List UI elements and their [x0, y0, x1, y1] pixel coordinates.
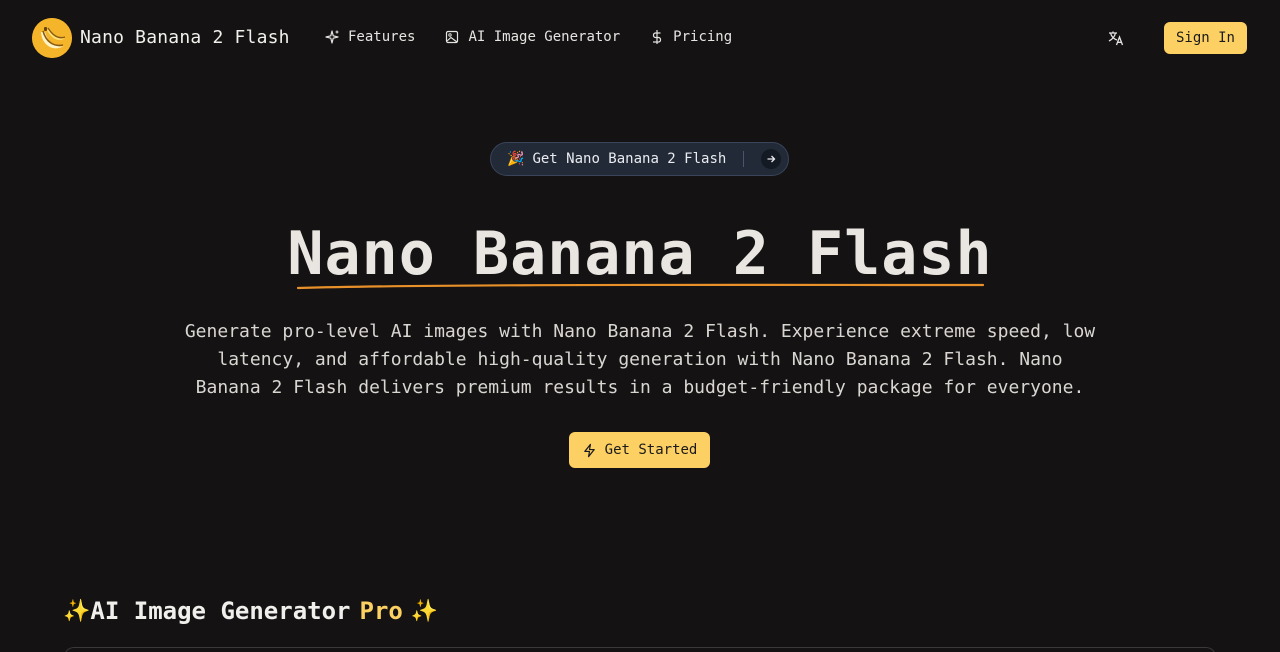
arrow-right-icon[interactable]	[761, 149, 781, 169]
sparkle-icon: ✨	[63, 598, 91, 624]
sign-in-button[interactable]: Sign In	[1164, 22, 1247, 54]
nav-ai-image-generator[interactable]: AI Image Generator	[444, 29, 620, 45]
main-nav: Features AI Image Generator Pricing	[324, 29, 761, 45]
nav-pricing-label: Pricing	[673, 29, 733, 45]
top-nav-bar: Nano Banana 2 Flash Features AI Image Ge…	[0, 0, 1280, 76]
announcement-pill[interactable]: 🎉 Get Nano Banana 2 Flash	[490, 142, 789, 176]
generator-panel	[64, 647, 1216, 652]
sparkles-icon	[325, 30, 339, 44]
announcement-text: Get Nano Banana 2 Flash	[532, 151, 727, 167]
get-started-button[interactable]: Get Started	[569, 432, 710, 468]
pill-divider	[743, 151, 744, 167]
zap-icon	[583, 443, 595, 457]
hero-description: Generate pro-level AI images with Nano B…	[184, 321, 1096, 398]
party-popper-icon: 🎉	[507, 151, 525, 167]
get-started-label: Get Started	[604, 442, 698, 458]
nav-ai-image-generator-label: AI Image Generator	[468, 29, 621, 45]
dollar-icon	[653, 30, 662, 44]
nav-pricing[interactable]: Pricing	[649, 29, 732, 45]
brand-name[interactable]: Nano Banana 2 Flash	[80, 27, 290, 48]
translate-icon[interactable]	[1107, 29, 1125, 47]
banana-logo-icon[interactable]	[32, 18, 72, 58]
title-underline	[297, 283, 985, 290]
section-title-text: AI Image Generator	[90, 597, 351, 625]
sparkle-icon: ✨	[410, 598, 439, 624]
section-title: ✨ AI Image Generator Pro ✨	[63, 597, 438, 625]
image-icon	[446, 30, 459, 44]
nav-features[interactable]: Features	[324, 29, 415, 45]
nav-features-label: Features	[348, 29, 416, 45]
hero-title: Nano Banana 2 Flash	[287, 219, 993, 289]
section-title-accent: Pro	[359, 597, 403, 625]
